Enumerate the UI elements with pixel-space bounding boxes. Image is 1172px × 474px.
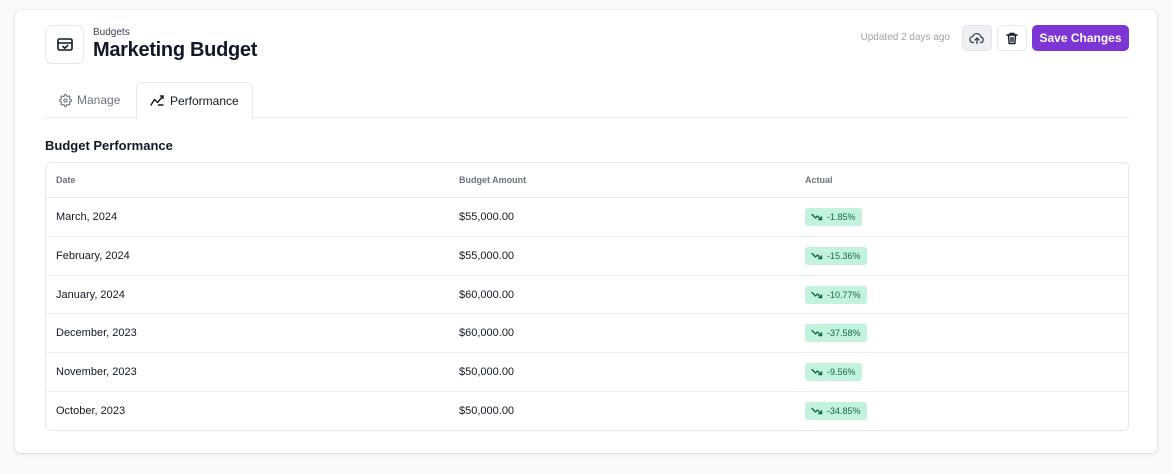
actual-badge: -1.85% [805,208,862,226]
actual-badge: -10.77% [805,285,867,304]
actual-badge: -34.85% [805,401,867,420]
trend-down-icon [811,291,823,298]
table-row[interactable]: November, 2023 $50,000.00 -9.56% [46,353,1128,392]
column-header-budget-amount[interactable]: Budget Amount [459,175,526,185]
cell-date: March, 2024 [56,211,118,223]
cloud-upload-button[interactable] [962,25,992,51]
actual-value: -10.77% [827,289,861,300]
wallet-check-icon [45,25,84,64]
actual-value: -1.85% [827,212,856,222]
table-row[interactable]: March, 2024 $55,000.00 -1.85% [46,198,1128,237]
trash-icon [1006,32,1018,44]
tab-manage[interactable]: Manage [59,82,120,118]
save-changes-button[interactable]: Save Changes [1032,25,1129,51]
actual-value: -9.56% [827,367,856,378]
page-title: Marketing Budget [93,39,258,61]
trend-down-icon [811,252,823,259]
cell-budget-amount: $55,000.00 [459,249,515,262]
column-header-date[interactable]: Date [56,175,76,185]
table-row[interactable]: December, 2023 $60,000.00 -37.58% [46,314,1128,354]
trend-down-icon [811,330,823,337]
cell-budget-amount: $60,000.00 [459,327,515,340]
actual-value: -34.85% [827,405,861,416]
table-row[interactable]: January, 2024 $60,000.00 -10.77% [46,276,1128,315]
trend-down-icon [811,407,823,415]
gear-icon [59,93,72,107]
budget-card: Budgets Marketing Budget Updated 2 days … [15,10,1157,453]
actual-value: -37.58% [827,328,861,339]
cell-budget-amount: $60,000.00 [459,288,515,301]
trend-down-icon [811,368,823,376]
delete-button[interactable] [997,25,1027,51]
tab-performance[interactable]: Performance [136,82,253,119]
cell-date: December, 2023 [56,327,137,340]
actual-value: -15.36% [827,250,861,261]
tab-performance-label: Performance [170,93,239,108]
trend-down-icon [811,213,823,221]
cloud-upload-icon [969,32,984,45]
cell-date: October, 2023 [56,404,126,417]
performance-table: Date Budget Amount Actual March, 2024 $55… [45,162,1129,431]
cell-budget-amount: $50,000.00 [459,404,515,417]
table-row[interactable]: February, 2024 $55,000.00 -15.36% [46,237,1128,276]
breadcrumb[interactable]: Budgets [93,27,130,38]
actual-badge: -9.56% [805,363,862,382]
table-body: March, 2024 $55,000.00 -1.85% February, 202… [46,198,1128,430]
cell-date: February, 2024 [56,249,130,262]
tab-manage-label: Manage [77,93,121,107]
column-header-actual[interactable]: Actual [805,175,833,185]
tab-bar: Manage Performance [45,82,1129,119]
cell-budget-amount: $55,000.00 [459,211,515,223]
table-row[interactable]: October, 2023 $50,000.00 -34.85% [46,392,1128,430]
section-title: Budget Performance [45,138,173,153]
actual-badge: -37.58% [805,324,867,343]
actual-badge: -15.36% [805,246,867,265]
table-header: Date Budget Amount Actual [46,163,1128,198]
page-header: Budgets Marketing Budget Updated 2 days … [45,25,1129,65]
cell-budget-amount: $50,000.00 [459,366,515,379]
cell-date: January, 2024 [56,288,125,301]
cell-date: November, 2023 [56,366,137,379]
trend-chart-icon [150,95,164,106]
updated-timestamp: Updated 2 days ago [860,32,950,43]
